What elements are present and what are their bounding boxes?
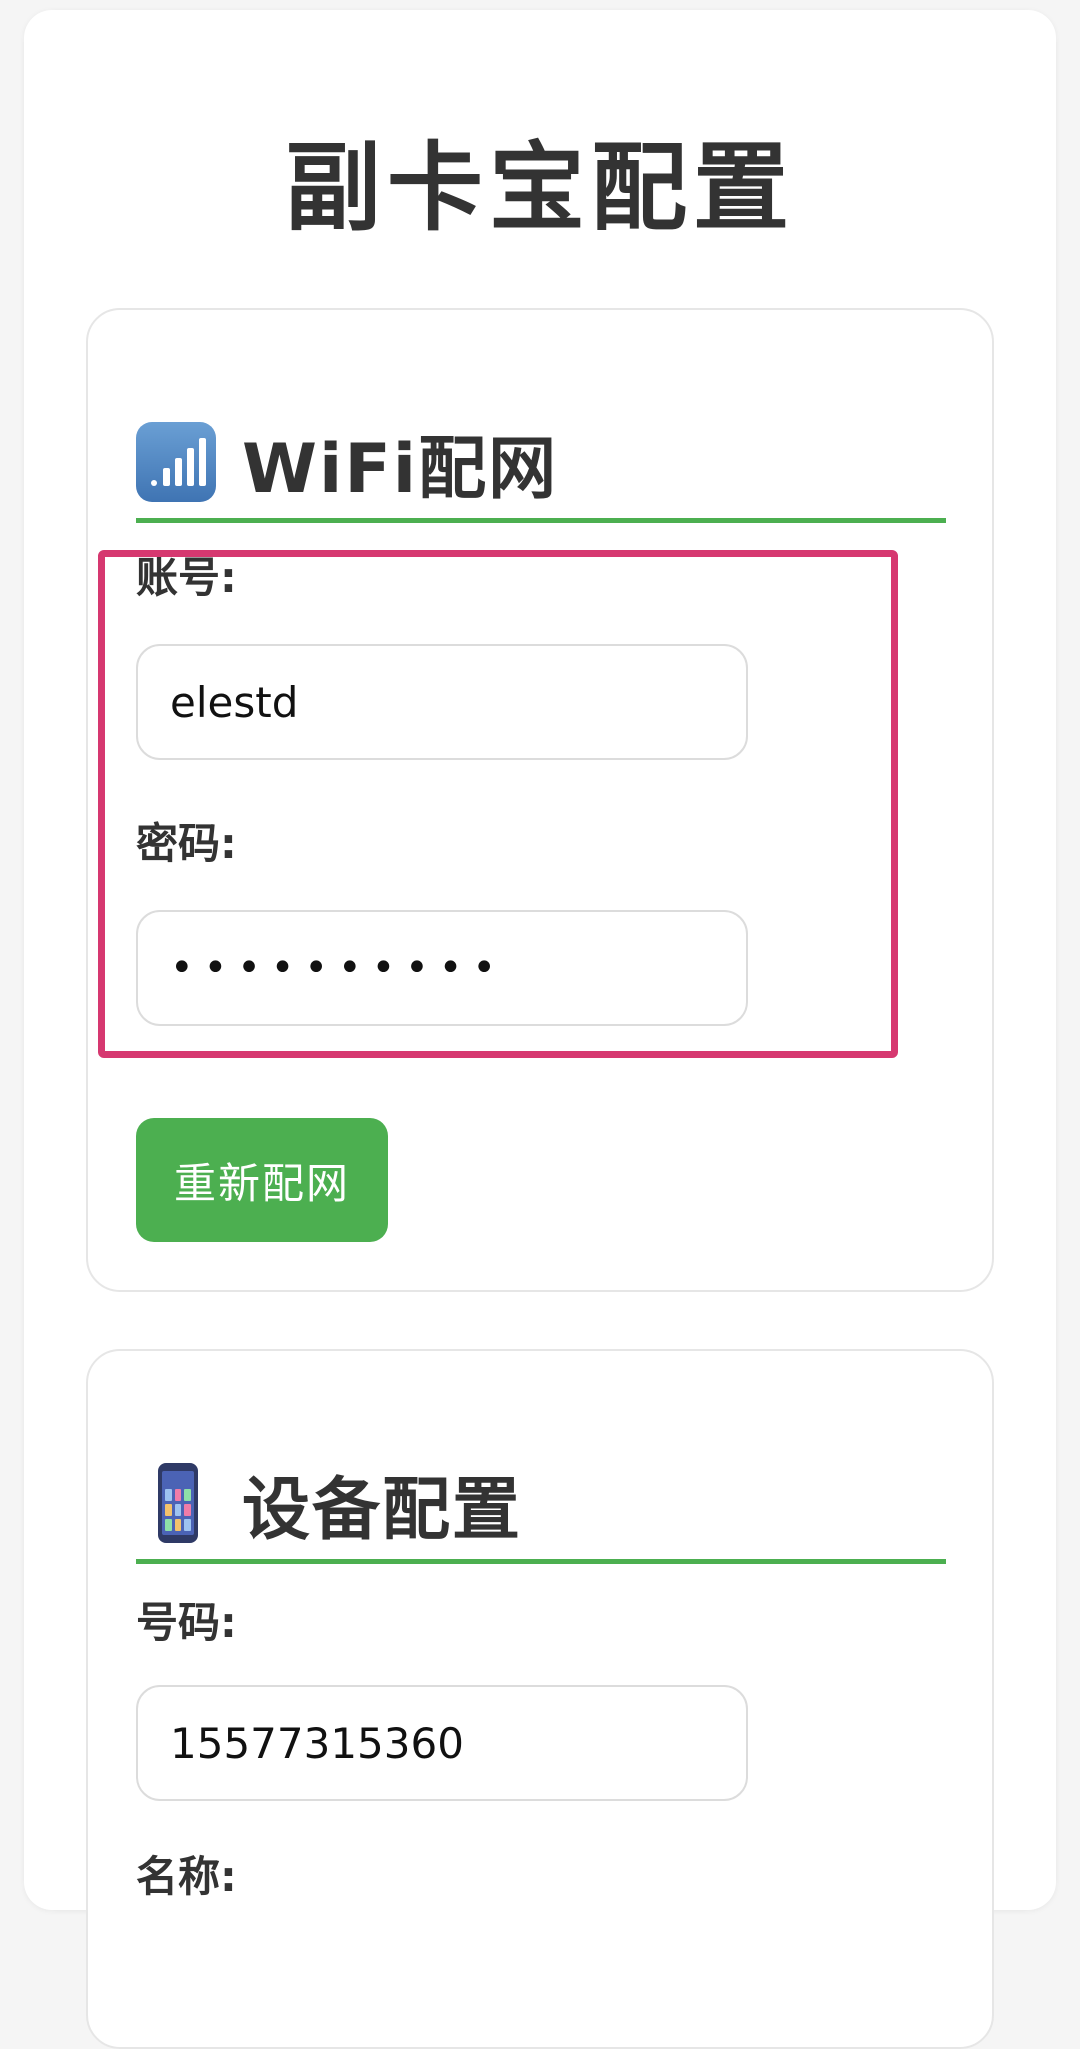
- password-label: 密码:: [136, 819, 237, 868]
- number-input[interactable]: [136, 1685, 748, 1801]
- account-input[interactable]: [136, 644, 748, 760]
- mobile-phone-icon: [158, 1463, 198, 1543]
- device-section-title: 设备配置: [242, 1470, 523, 1550]
- signal-bars-icon: [136, 422, 216, 502]
- device-config-section: 设备配置 号码: 名称:: [86, 1349, 994, 2049]
- wifi-section-header: WiFi配网: [136, 406, 946, 523]
- wifi-config-section: WiFi配网 账号: 密码: 重新配网: [86, 308, 994, 1292]
- number-label: 号码:: [136, 1598, 237, 1647]
- page-title: 副卡宝配置: [285, 132, 795, 244]
- account-label: 账号:: [136, 553, 237, 602]
- name-label: 名称:: [136, 1852, 237, 1901]
- password-input[interactable]: [136, 910, 748, 1026]
- wifi-section-title: WiFi配网: [242, 429, 559, 509]
- reconfigure-network-button[interactable]: 重新配网: [136, 1118, 388, 1242]
- device-section-header: 设备配置: [136, 1447, 946, 1564]
